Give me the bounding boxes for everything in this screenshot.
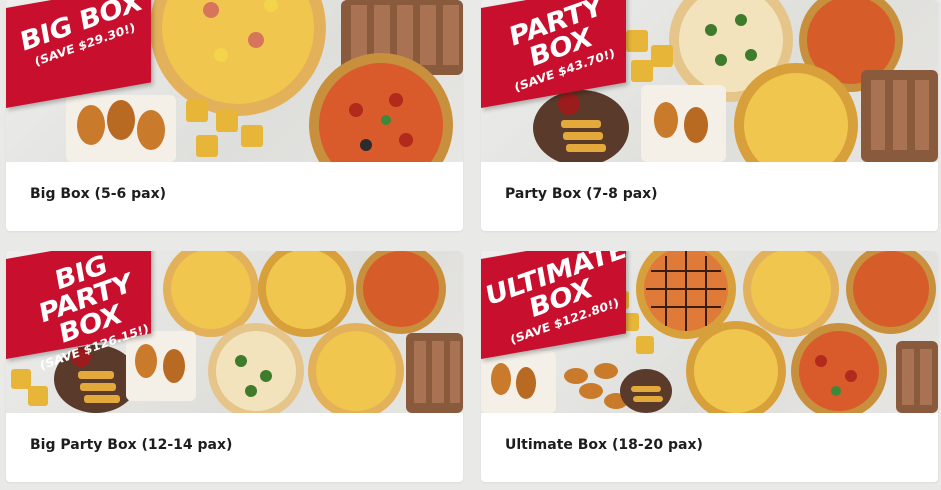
menu-card-image: PARTY BOX (SAVE $43.70!) xyxy=(481,0,938,162)
menu-card-big-party-box[interactable]: BIG PARTY BOX (SAVE $126.15!) Big Party … xyxy=(6,251,463,482)
menu-card-title: Big Box (5-6 pax) xyxy=(30,186,167,202)
menu-card-ultimate-box[interactable]: ULTIMATE BOX (SAVE $122.80!) Ultimate Bo… xyxy=(481,251,938,482)
menu-card-big-box[interactable]: BIG BOX (SAVE $29.30!) Big Box (5-6 pax) xyxy=(6,0,463,231)
menu-card-title: Ultimate Box (18-20 pax) xyxy=(505,437,703,453)
menu-card-image: BIG PARTY BOX (SAVE $126.15!) xyxy=(6,251,463,413)
menu-card-image: ULTIMATE BOX (SAVE $122.80!) xyxy=(481,251,938,413)
menu-card-title: Big Party Box (12-14 pax) xyxy=(30,437,233,453)
menu-card-party-box[interactable]: PARTY BOX (SAVE $43.70!) Party Box (7-8 … xyxy=(481,0,938,231)
menu-card-title: Party Box (7-8 pax) xyxy=(505,186,658,202)
menu-card-image: BIG BOX (SAVE $29.30!) xyxy=(6,0,463,162)
